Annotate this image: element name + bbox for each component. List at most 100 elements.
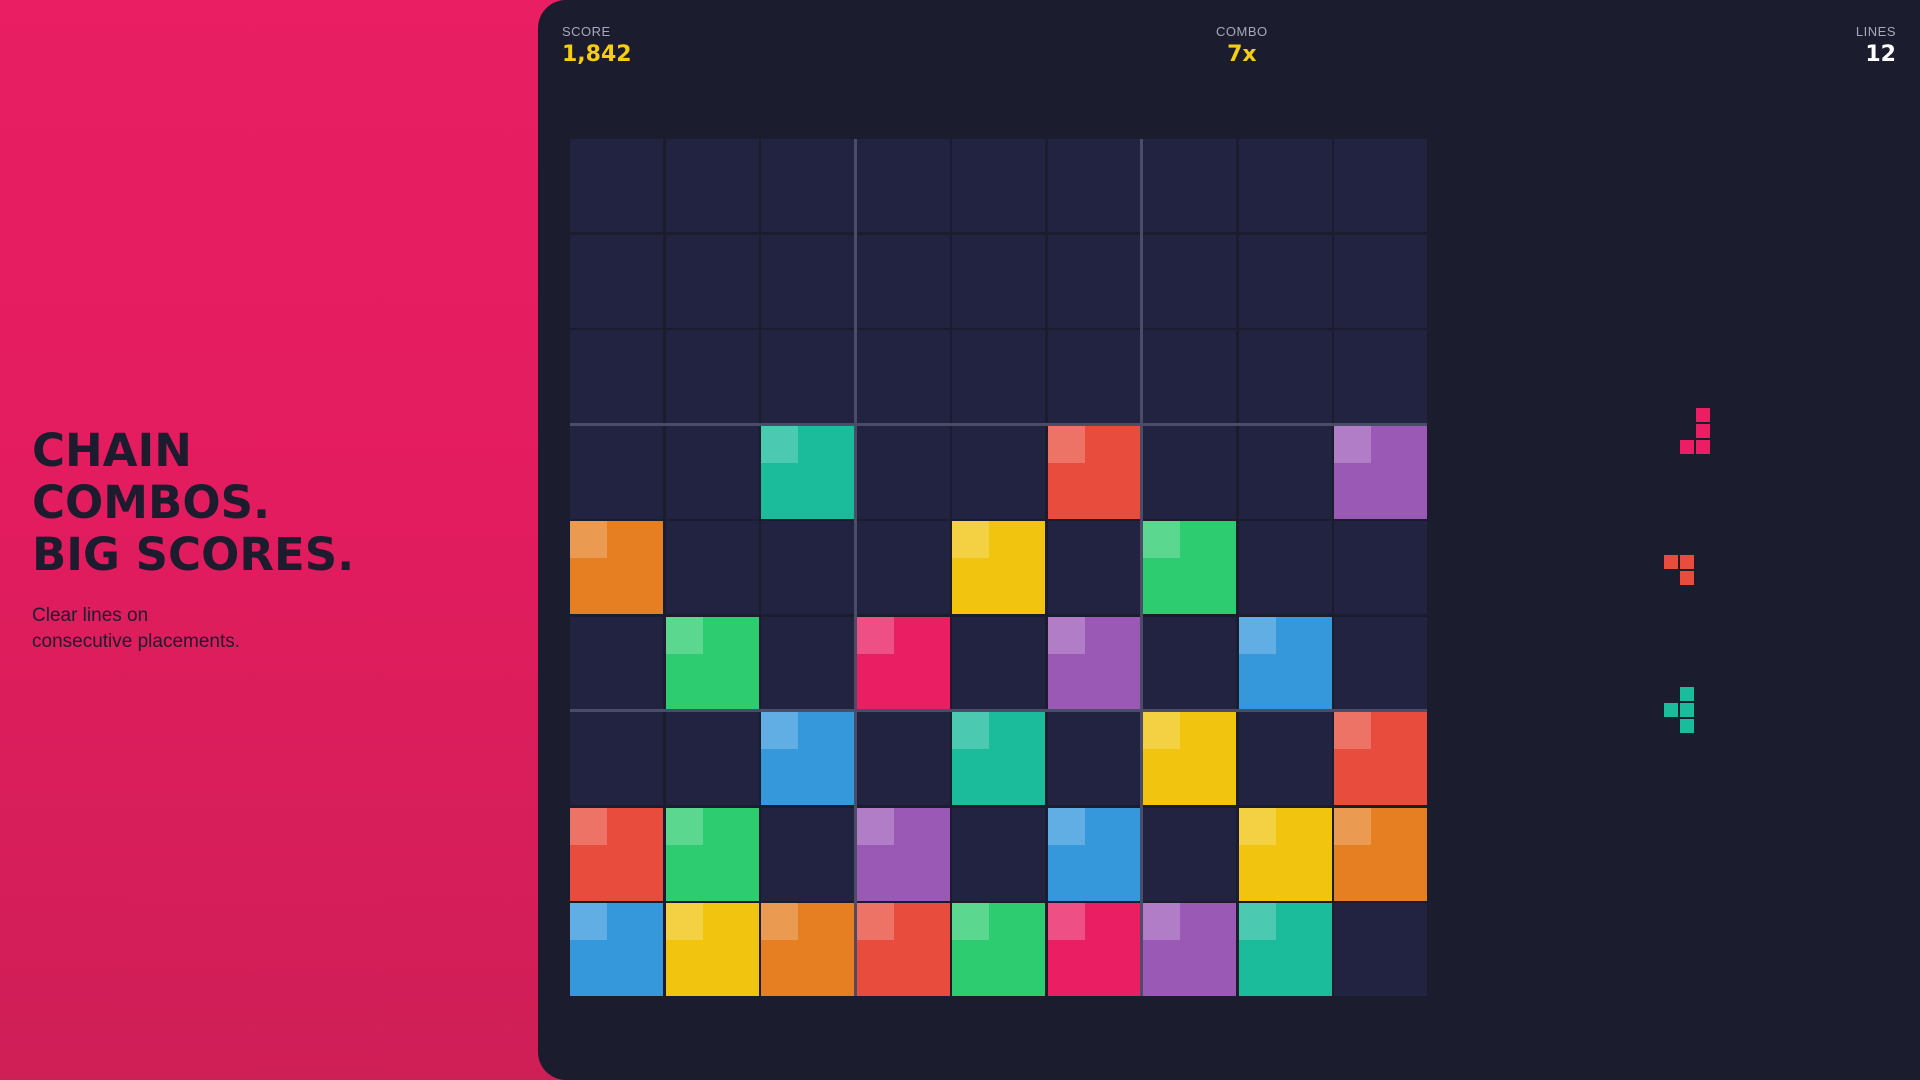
board-region-divider-vertical: [1140, 139, 1144, 996]
board-region-divider-horizontal: [570, 709, 1427, 713]
lines-display: LINES 12: [1856, 24, 1896, 69]
board-cell-empty[interactable]: [1238, 425, 1332, 519]
board-cell-empty[interactable]: [1334, 616, 1427, 710]
board-cell-empty[interactable]: [570, 139, 663, 232]
board-cell-empty[interactable]: [1143, 807, 1236, 901]
tray-block-red: [1680, 571, 1694, 585]
board-cell-empty[interactable]: [952, 139, 1045, 232]
board-block-green[interactable]: [665, 807, 759, 901]
board-block-purple[interactable]: [1334, 425, 1427, 519]
board-block-green[interactable]: [952, 903, 1045, 996]
board-cell-empty[interactable]: [1334, 521, 1427, 614]
tray-block-pink: [1696, 440, 1710, 454]
board-cell-empty[interactable]: [761, 616, 854, 710]
board-cell-empty[interactable]: [665, 330, 759, 423]
board-block-teal[interactable]: [761, 425, 854, 519]
board-cell-empty[interactable]: [1047, 521, 1141, 614]
board-block-blue[interactable]: [570, 903, 663, 996]
board-cell-empty[interactable]: [665, 234, 759, 328]
score-value: 1,842: [562, 42, 632, 67]
subtext-line: consecutive placements.: [32, 631, 241, 652]
board-block-purple[interactable]: [1143, 903, 1236, 996]
tray-block-teal: [1680, 703, 1694, 717]
lines-label: LINES: [1855, 24, 1896, 39]
board-cell-empty[interactable]: [952, 807, 1045, 901]
board-cell-empty[interactable]: [1334, 139, 1427, 232]
board-block-blue[interactable]: [1238, 616, 1332, 710]
board-cell-empty[interactable]: [856, 139, 950, 232]
board-block-teal[interactable]: [952, 712, 1045, 805]
tray-block-teal: [1680, 687, 1694, 701]
board-block-purple[interactable]: [1047, 616, 1141, 710]
board-cell-empty[interactable]: [856, 330, 950, 423]
board-block-blue[interactable]: [761, 712, 854, 805]
board-cell-empty[interactable]: [761, 234, 854, 328]
board-block-blue[interactable]: [1047, 807, 1141, 901]
board-cell-empty[interactable]: [1143, 330, 1236, 423]
board-block-orange[interactable]: [1334, 807, 1427, 901]
board-cell-empty[interactable]: [952, 616, 1045, 710]
game-panel: SCORE 1,842 COMBO 7x LINES 12: [538, 0, 1920, 1080]
board-cell-empty[interactable]: [570, 425, 663, 519]
board-cell-empty[interactable]: [1047, 330, 1141, 423]
board-cell-empty[interactable]: [1238, 139, 1332, 232]
tray-block-pink: [1680, 440, 1694, 454]
board-block-red[interactable]: [570, 807, 663, 901]
board-block-purple[interactable]: [856, 807, 950, 901]
board-cell-empty[interactable]: [761, 139, 854, 232]
board-cell-empty[interactable]: [1238, 521, 1332, 614]
board-cell-empty[interactable]: [570, 712, 663, 805]
game-board[interactable]: [570, 139, 1430, 999]
board-cell-empty[interactable]: [1143, 425, 1236, 519]
board-cell-empty[interactable]: [761, 807, 854, 901]
board-block-green[interactable]: [1143, 521, 1236, 614]
board-block-red[interactable]: [856, 903, 950, 996]
board-block-yellow[interactable]: [1143, 712, 1236, 805]
board-block-orange[interactable]: [570, 521, 663, 614]
board-cell-empty[interactable]: [856, 234, 950, 328]
board-cell-empty[interactable]: [1047, 139, 1141, 232]
board-cell-empty[interactable]: [856, 521, 950, 614]
board-cell-empty[interactable]: [1334, 330, 1427, 423]
tray-block-teal: [1680, 719, 1694, 733]
board-cell-empty[interactable]: [1334, 234, 1427, 328]
board-cell-empty[interactable]: [1047, 712, 1141, 805]
board-cell-empty[interactable]: [570, 616, 663, 710]
board-cell-empty[interactable]: [1334, 903, 1427, 996]
board-cell-empty[interactable]: [570, 330, 663, 423]
board-cell-empty[interactable]: [856, 425, 950, 519]
board-block-yellow[interactable]: [1238, 807, 1332, 901]
board-cell-empty[interactable]: [761, 330, 854, 423]
combo-label: COMBO: [1216, 24, 1268, 39]
promo-panel: CHAIN COMBOS. BIG SCORES. Clear lines on…: [32, 425, 512, 655]
board-block-yellow[interactable]: [665, 903, 759, 996]
board-block-red[interactable]: [1047, 425, 1141, 519]
board-cell-empty[interactable]: [952, 234, 1045, 328]
board-block-green[interactable]: [665, 616, 759, 710]
board-cell-empty[interactable]: [665, 712, 759, 805]
board-block-teal[interactable]: [1238, 903, 1332, 996]
board-cell-empty[interactable]: [1238, 712, 1332, 805]
board-cell-empty[interactable]: [856, 712, 950, 805]
board-cell-empty[interactable]: [665, 521, 759, 614]
board-block-red[interactable]: [1334, 712, 1427, 805]
board-block-pink[interactable]: [1047, 903, 1141, 996]
board-block-yellow[interactable]: [952, 521, 1045, 614]
board-block-orange[interactable]: [761, 903, 854, 996]
board-cell-empty[interactable]: [1047, 234, 1141, 328]
board-cell-empty[interactable]: [665, 425, 759, 519]
board-cell-empty[interactable]: [665, 139, 759, 232]
board-cell-empty[interactable]: [761, 521, 854, 614]
board-cell-empty[interactable]: [1143, 616, 1236, 710]
board-cell-empty[interactable]: [952, 425, 1045, 519]
board-cell-empty[interactable]: [952, 330, 1045, 423]
board-region-divider-vertical: [853, 139, 857, 996]
board-cell-empty[interactable]: [570, 234, 663, 328]
board-block-pink[interactable]: [856, 616, 950, 710]
board-cell-empty[interactable]: [1238, 330, 1332, 423]
board-cell-empty[interactable]: [1238, 234, 1332, 328]
tray-block-pink: [1696, 408, 1710, 422]
board-cell-empty[interactable]: [1143, 139, 1236, 232]
board-cell-empty[interactable]: [1143, 234, 1236, 328]
combo-display: COMBO 7x: [1216, 24, 1268, 69]
